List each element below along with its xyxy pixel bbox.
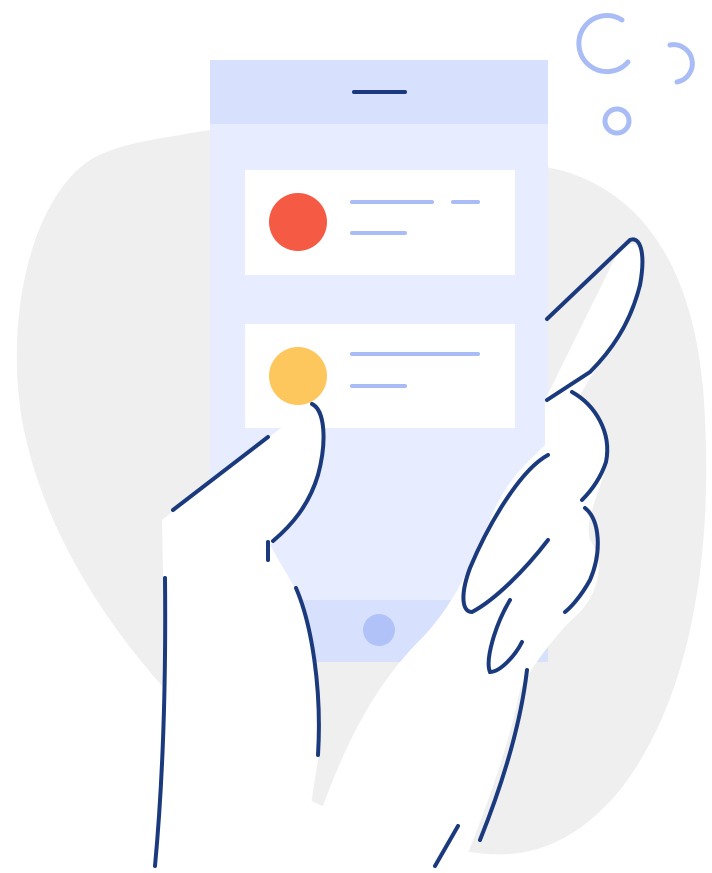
illustration-canvas (16, 13, 707, 873)
bubble-medium (667, 42, 695, 85)
bubble-large (576, 13, 631, 75)
avatar-red (269, 193, 327, 251)
phone-in-hand-illustration (0, 0, 712, 873)
list-item (245, 324, 515, 428)
avatar-yellow (269, 347, 327, 405)
bubble-circles-icon (576, 13, 695, 136)
phone-home-button (363, 614, 395, 646)
list-item (245, 170, 515, 275)
bubble-small (602, 106, 632, 136)
